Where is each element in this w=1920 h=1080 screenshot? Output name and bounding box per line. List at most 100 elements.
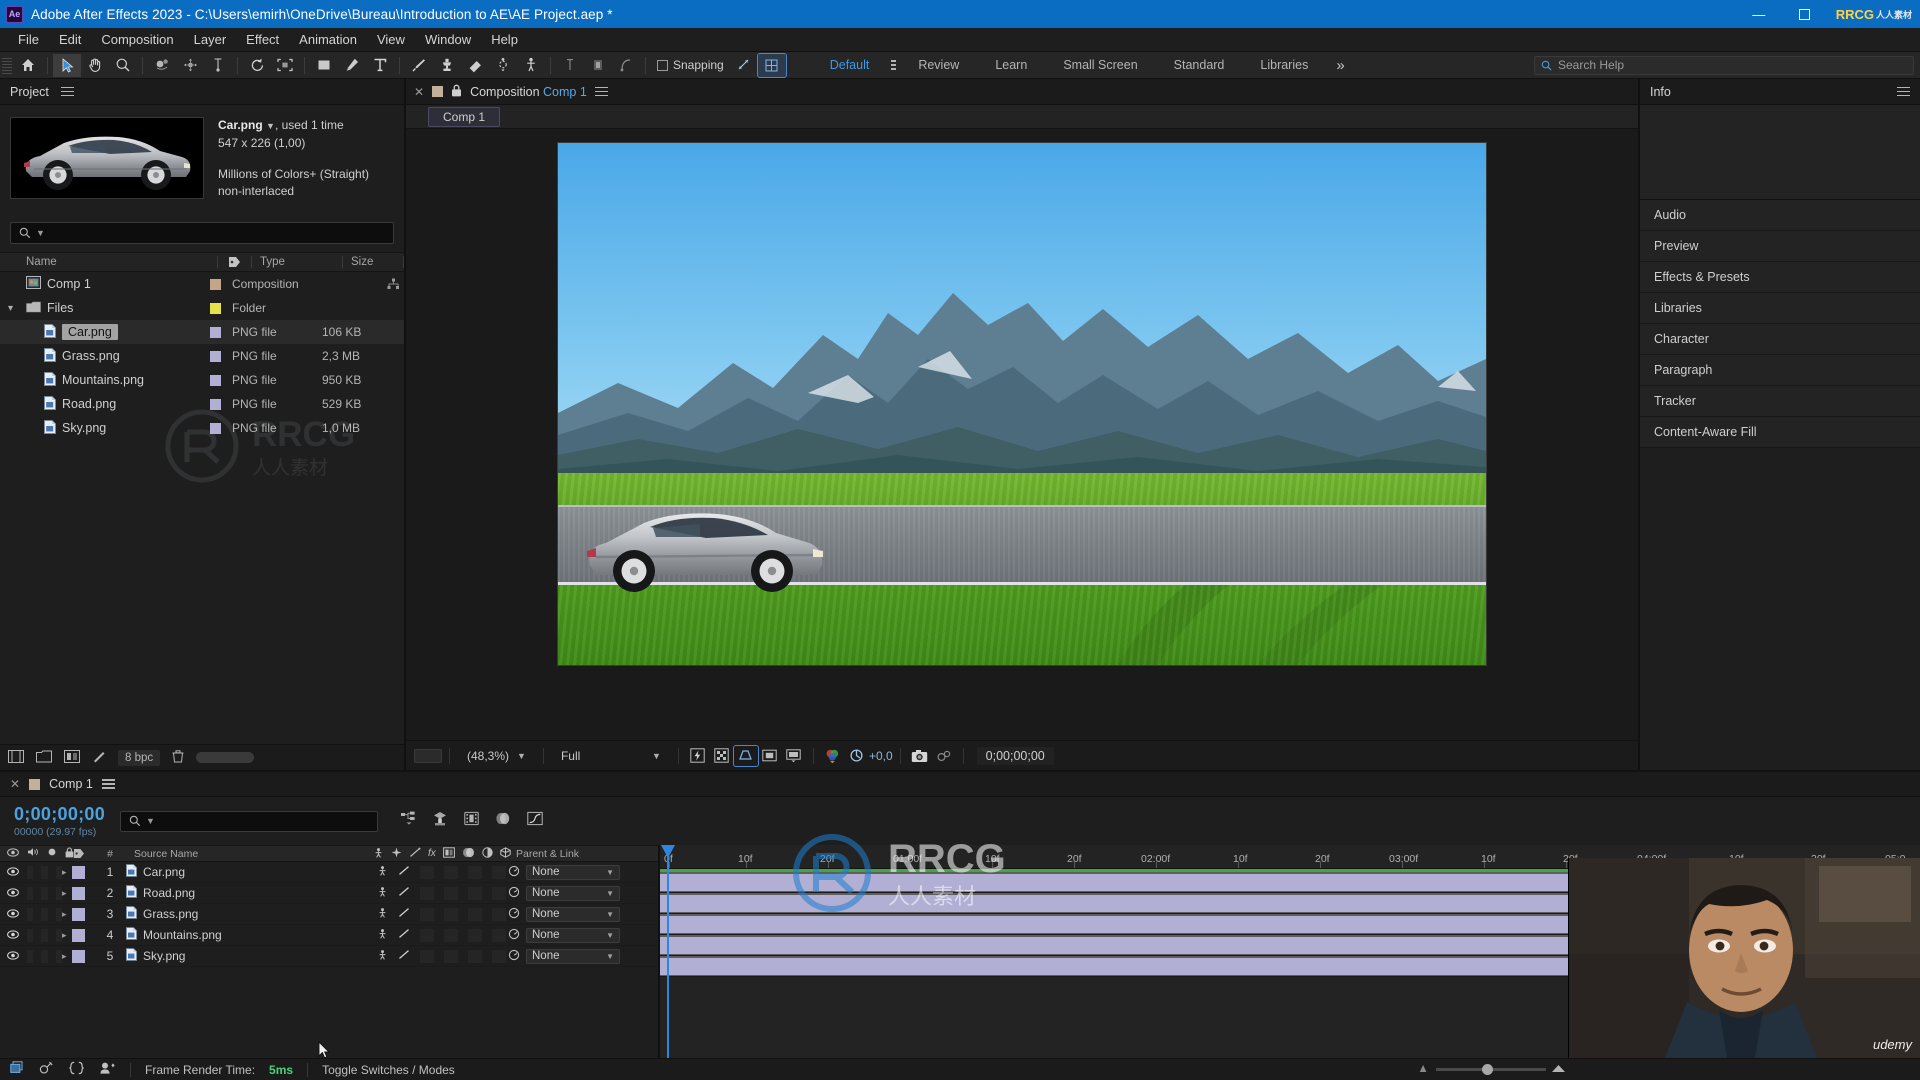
motion-blur-switch[interactable] [468, 865, 482, 879]
layer-row-car[interactable]: ▸ 1 Car.png None ▼ [0, 862, 658, 883]
frame-blend-switch[interactable] [444, 865, 458, 879]
quality-switch-icon[interactable] [398, 907, 410, 921]
panel-character[interactable]: Character [1640, 324, 1920, 355]
maximize-button[interactable] [1782, 0, 1828, 28]
panel-tracker[interactable]: Tracker [1640, 386, 1920, 417]
project-settings-icon[interactable] [64, 749, 80, 766]
layer-row-grass[interactable]: ▸ 3 Grass.png None ▼ [0, 904, 658, 925]
project-row-tag[interactable] [199, 302, 232, 314]
fx-switch[interactable] [420, 928, 434, 942]
workspace-standard[interactable]: Standard [1156, 52, 1243, 79]
color-depth-icon[interactable] [92, 750, 106, 766]
hide-shy-layers-icon[interactable] [464, 811, 479, 831]
delete-icon[interactable] [172, 749, 184, 766]
panel-menu-icon[interactable] [594, 84, 608, 98]
panel-audio[interactable]: Audio [1640, 200, 1920, 231]
motion-graphics-icon[interactable] [99, 1061, 116, 1078]
layer-tag[interactable]: ▸ [62, 928, 96, 942]
zoom-tool-icon[interactable] [109, 54, 137, 77]
graph-editor-icon[interactable] [527, 811, 543, 831]
frame-blending-icon[interactable] [495, 811, 511, 831]
panel-preview[interactable]: Preview [1640, 231, 1920, 262]
brush-tool-icon[interactable] [405, 54, 433, 77]
fx-switch[interactable] [420, 865, 434, 879]
show-snapshot-icon[interactable] [932, 746, 956, 766]
timeline-zoom-slider[interactable] [1418, 1063, 1566, 1077]
timeline-timecode[interactable]: 0;00;00;00 [14, 804, 120, 825]
solo-toggle[interactable] [41, 928, 48, 942]
project-row-comp1[interactable]: Comp 1 Composition [0, 272, 404, 296]
solo-toggle[interactable] [41, 865, 48, 879]
timeline-tab-label[interactable]: Comp 1 [49, 777, 93, 791]
fx-switch[interactable] [420, 949, 434, 963]
zoom-out-icon[interactable] [1418, 1063, 1431, 1077]
three-d-switch[interactable] [492, 928, 506, 942]
resolution-select[interactable]: Full ▼ [551, 749, 671, 763]
fx-switch[interactable] [420, 886, 434, 900]
new-comp-icon[interactable] [8, 749, 24, 766]
menu-window[interactable]: Window [415, 28, 481, 52]
layer-row-road[interactable]: ▸ 2 Road.png None ▼ [0, 883, 658, 904]
audio-toggle[interactable] [27, 949, 34, 963]
search-dropdown-icon[interactable]: ▼ [146, 816, 155, 826]
info-tab-label[interactable]: Info [1650, 85, 1671, 99]
zoom-knob[interactable] [1482, 1064, 1493, 1075]
workspace-default[interactable]: Default [812, 52, 888, 79]
panel-libraries[interactable]: Libraries [1640, 293, 1920, 324]
toolbar-drag-handle[interactable] [2, 56, 12, 74]
color-management-icon[interactable] [821, 746, 845, 766]
layer-row-mountains[interactable]: ▸ 4 Mountains.png None ▼ [0, 925, 658, 946]
audio-toggle[interactable] [27, 907, 34, 921]
home-icon[interactable] [14, 54, 42, 77]
parent-select[interactable]: None ▼ [526, 885, 620, 901]
project-row-mountains[interactable]: Mountains.png PNG file 950 KB [0, 368, 404, 392]
layer-tag[interactable]: ▸ [62, 865, 96, 879]
workspace-small-screen[interactable]: Small Screen [1045, 52, 1155, 79]
audio-toggle[interactable] [27, 886, 34, 900]
project-row-tag[interactable] [199, 398, 232, 410]
chevron-right-icon[interactable]: ▸ [62, 930, 67, 941]
menu-help[interactable]: Help [481, 28, 528, 52]
video-icon[interactable] [7, 907, 19, 921]
audio-toggle[interactable] [27, 865, 34, 879]
project-row-files[interactable]: ▾ Files Folder [0, 296, 404, 320]
panel-menu-icon[interactable] [1897, 84, 1910, 98]
motion-blur-switch[interactable] [468, 949, 482, 963]
timeline-timecode-block[interactable]: 0;00;00;00 00000 (29.97 fps) [0, 804, 120, 838]
composition-subtab[interactable]: Comp 1 [428, 106, 501, 127]
three-d-switch[interactable] [492, 886, 506, 900]
motion-blur-switch[interactable] [468, 886, 482, 900]
column-name[interactable]: Name [0, 256, 217, 268]
chevron-double-right-icon[interactable]: » [1326, 57, 1354, 74]
align-icon[interactable] [730, 54, 758, 77]
fast-previews-icon[interactable] [686, 746, 710, 766]
snapping-toggle[interactable]: Snapping [651, 58, 730, 72]
panel-menu-icon[interactable] [60, 84, 74, 98]
shy-switch-icon[interactable] [377, 865, 388, 879]
pen-tool-icon[interactable] [338, 54, 366, 77]
quality-switch-icon[interactable] [398, 928, 410, 942]
three-d-switch[interactable] [492, 907, 506, 921]
fx-switch[interactable] [420, 907, 434, 921]
frame-blend-switch[interactable] [444, 949, 458, 963]
panel-menu-icon[interactable] [101, 777, 115, 791]
roto-brush-tool-icon[interactable] [489, 54, 517, 77]
zoom-in-icon[interactable] [1551, 1063, 1566, 1077]
magnification-select[interactable]: (48,3%) ▼ [457, 749, 536, 763]
parent-pickwhip-icon[interactable] [508, 949, 520, 964]
composition-viewer[interactable] [406, 129, 1638, 740]
label-tag-icon[interactable] [218, 256, 251, 268]
parent-pickwhip-icon[interactable] [508, 886, 520, 901]
project-search-input[interactable]: ▼ [10, 222, 394, 244]
zoom-track[interactable] [1436, 1064, 1546, 1075]
toggle-switches-modes-button[interactable]: Toggle Switches / Modes [322, 1063, 455, 1077]
show-channel-icon[interactable] [782, 746, 806, 766]
bit-depth-button[interactable]: 8 bpc [118, 749, 161, 766]
menu-edit[interactable]: Edit [49, 28, 91, 52]
pan-under-cursor-icon[interactable] [176, 54, 204, 77]
menu-effect[interactable]: Effect [236, 28, 289, 52]
shape-tool-icon[interactable] [310, 54, 338, 77]
video-icon[interactable] [7, 865, 19, 879]
transparency-grid-icon[interactable] [710, 746, 734, 766]
grid-icon[interactable] [756, 52, 787, 78]
